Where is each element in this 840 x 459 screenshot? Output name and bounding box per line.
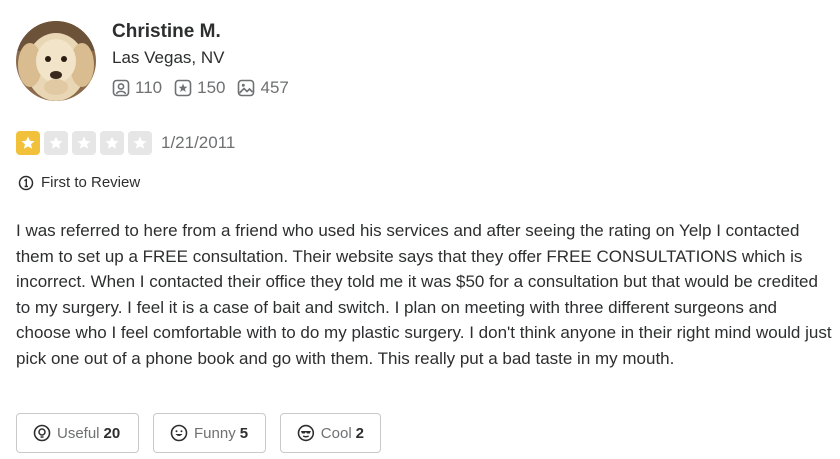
friends-count: 110: [135, 78, 163, 97]
review-text: I was referred to here from a friend who…: [16, 221, 832, 368]
first-review-icon: [18, 175, 34, 190]
first-to-review-badge: First to Review: [18, 174, 140, 191]
friends-stat: 110: [112, 78, 162, 98]
user-name[interactable]: Christine M.: [112, 21, 221, 43]
star-rating: [16, 131, 152, 155]
star-icon: [21, 136, 35, 149]
star-1: [16, 131, 40, 155]
star-icon: [49, 136, 63, 149]
star-5: [128, 131, 152, 155]
avatar[interactable]: [16, 21, 96, 101]
user-stats: 110 150 457: [112, 78, 289, 98]
cool-count: 2: [355, 424, 364, 442]
badge-label: First to Review: [41, 174, 141, 191]
smile-icon: [170, 424, 188, 442]
star-review-icon: [174, 79, 192, 97]
star-3: [72, 131, 96, 155]
useful-button[interactable]: Useful 20: [16, 413, 139, 453]
friends-icon: [112, 79, 130, 97]
star-icon: [133, 136, 147, 149]
reaction-buttons: Useful 20 Funny 5 Cool 2: [16, 413, 381, 453]
sunglasses-icon: [297, 424, 315, 442]
star-icon: [105, 136, 119, 149]
star-icon: [77, 136, 91, 149]
useful-count: 20: [103, 424, 121, 442]
review-date: 1/21/2011: [161, 133, 236, 152]
star-4: [100, 131, 124, 155]
photos-stat: 457: [237, 78, 289, 98]
cool-button[interactable]: Cool 2: [280, 413, 381, 453]
funny-count: 5: [239, 424, 249, 442]
cool-label: Cool: [320, 424, 352, 442]
funny-label: Funny: [194, 424, 236, 442]
photo-icon: [238, 79, 255, 97]
photos-count: 457: [260, 78, 289, 97]
reviews-count: 150: [197, 78, 226, 97]
reviews-stat: 150: [174, 78, 225, 98]
star-2: [44, 131, 68, 155]
dog-photo-avatar: [16, 21, 96, 101]
lightbulb-icon: [33, 424, 51, 442]
useful-label: Useful: [57, 424, 100, 442]
user-location: Las Vegas, NV: [112, 48, 225, 67]
funny-button[interactable]: Funny 5: [153, 413, 266, 453]
